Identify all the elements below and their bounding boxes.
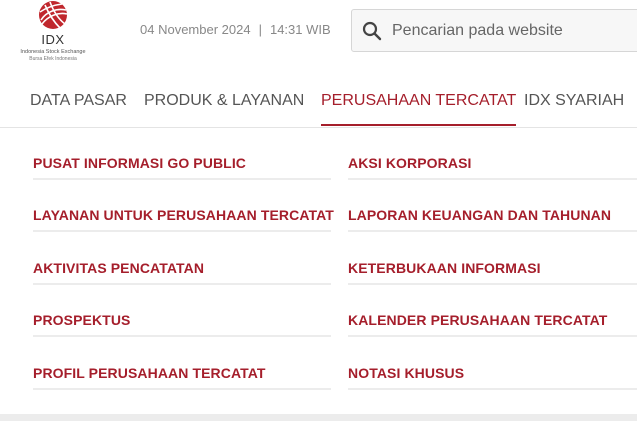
nav-tab-data-pasar[interactable]: DATA PASAR	[30, 92, 127, 124]
menu-divider	[348, 283, 637, 285]
header-separator: |	[258, 22, 262, 37]
search-box[interactable]	[351, 9, 637, 52]
nav-divider	[0, 127, 637, 128]
menu-item-prospektus[interactable]: PROSPEKTUS	[33, 312, 130, 328]
menu-divider	[33, 230, 331, 232]
nav-tab-idx-syariah[interactable]: IDX SYARIAH	[524, 92, 624, 124]
menu-divider	[33, 283, 331, 285]
menu-item-layanan-perusahaan-tercatat[interactable]: LAYANAN UNTUK PERUSAHAAN TERCATAT	[33, 207, 334, 223]
idx-logo[interactable]: IDX Indonesia Stock Exchange Bursa Efek …	[15, 0, 91, 66]
menu-divider	[348, 335, 637, 337]
search-input[interactable]	[392, 10, 637, 51]
menu-item-notasi-khusus[interactable]: NOTASI KHUSUS	[348, 365, 464, 381]
menu-divider	[348, 178, 637, 180]
menu-divider	[33, 388, 331, 390]
menu-item-laporan-keuangan-tahunan[interactable]: LAPORAN KEUANGAN DAN TAHUNAN	[348, 207, 611, 223]
logo-subtitle-id: Bursa Efek Indonesia	[29, 56, 77, 62]
menu-divider	[348, 230, 637, 232]
header-date: 04 November 2024	[140, 22, 251, 37]
nav-tab-produk-layanan[interactable]: PRODUK & LAYANAN	[144, 92, 304, 124]
menu-item-aksi-korporasi[interactable]: AKSI KORPORASI	[348, 155, 472, 171]
menu-divider	[33, 178, 331, 180]
menu-item-keterbukaan-informasi[interactable]: KETERBUKAAN INFORMASI	[348, 260, 541, 276]
menu-item-aktivitas-pencatatan[interactable]: AKTIVITAS PENCATATAN	[33, 260, 204, 276]
header-datetime: 04 November 2024 | 14:31 WIB	[140, 22, 331, 37]
main-nav: DATA PASAR PRODUK & LAYANAN PERUSAHAAN T…	[0, 78, 637, 128]
menu-item-kalender-perusahaan-tercatat[interactable]: KALENDER PERUSAHAAN TERCATAT	[348, 312, 607, 328]
logo-subtitle-en: Indonesia Stock Exchange	[20, 49, 86, 55]
menu-bottom-bar	[0, 414, 637, 421]
nav-tab-perusahaan-tercatat[interactable]: PERUSAHAAN TERCATAT	[321, 92, 517, 126]
menu-item-profil-perusahaan-tercatat[interactable]: PROFIL PERUSAHAAN TERCATAT	[33, 365, 266, 381]
header-time: 14:31 WIB	[269, 22, 331, 37]
search-icon[interactable]	[362, 21, 382, 41]
logo-name: IDX	[41, 32, 65, 47]
menu-divider	[348, 388, 637, 390]
menu-item-pusat-informasi-go-public[interactable]: PUSAT INFORMASI GO PUBLIC	[33, 155, 246, 171]
idx-globe-icon	[39, 1, 68, 29]
menu-divider	[33, 335, 331, 337]
